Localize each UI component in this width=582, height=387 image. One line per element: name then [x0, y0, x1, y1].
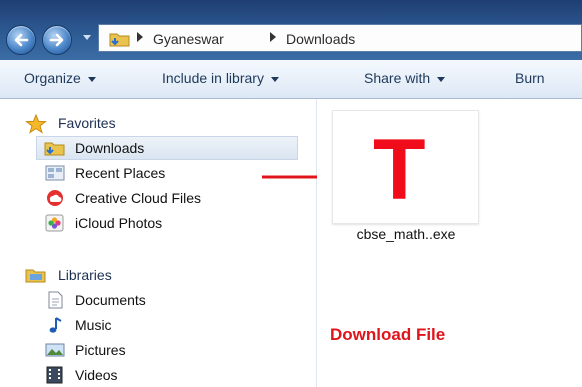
share-with-label: Share with — [364, 70, 431, 86]
organize-button[interactable]: Organize — [24, 70, 96, 86]
pictures-icon — [45, 343, 65, 357]
arrow-left-icon — [14, 33, 29, 47]
downloads-folder-icon — [44, 142, 65, 156]
nav-item-pictures[interactable]: Pictures — [0, 338, 316, 362]
nav-label: Pictures — [75, 342, 126, 358]
documents-icon — [48, 291, 63, 309]
chevron-down-icon — [270, 76, 279, 82]
libraries-icon — [25, 269, 46, 283]
nav-item-downloads[interactable]: Downloads — [0, 136, 316, 160]
navigation-pane: Favorites Downloads Recent Places Creati… — [0, 99, 317, 387]
recent-pages-dropdown[interactable] — [83, 35, 91, 40]
file-name-label[interactable]: cbse_math..exe — [317, 226, 495, 242]
chevron-down-icon — [87, 76, 96, 82]
creative-cloud-icon — [47, 190, 63, 206]
nav-label: Libraries — [58, 267, 112, 283]
arrow-right-icon — [49, 33, 64, 47]
address-field[interactable]: Gyaneswar Downloads — [98, 24, 582, 52]
file-item-cbse-math[interactable]: T — [332, 110, 479, 224]
recent-places-icon — [45, 165, 65, 181]
music-note-icon — [49, 317, 62, 333]
nav-label: iCloud Photos — [75, 215, 163, 231]
file-list-pane: T cbse_math..exe Download File — [317, 99, 582, 387]
nav-label: Music — [75, 317, 112, 333]
forward-button[interactable] — [42, 25, 72, 55]
nav-libraries[interactable]: Libraries — [0, 263, 316, 287]
folder-icon — [109, 33, 130, 47]
breadcrumb-separator-icon — [270, 32, 276, 42]
address-bar-area: Gyaneswar Downloads — [0, 0, 582, 60]
nav-item-creative-cloud-files[interactable]: Creative Cloud Files — [0, 186, 316, 210]
nav-item-icloud-photos[interactable]: iCloud Photos — [0, 211, 316, 235]
include-in-library-label: Include in library — [162, 70, 264, 86]
nav-favorites[interactable]: Favorites — [0, 111, 316, 135]
nav-label: Recent Places — [75, 165, 166, 181]
organize-label: Organize — [24, 70, 81, 86]
icloud-photos-icon — [45, 214, 64, 232]
burn-label: Burn — [515, 70, 545, 86]
download-file-annotation: Download File — [330, 325, 446, 344]
videos-icon — [46, 366, 63, 384]
chevron-down-icon — [437, 76, 446, 82]
nav-label: Creative Cloud Files — [75, 190, 202, 206]
nav-item-videos[interactable]: Videos — [0, 363, 316, 387]
nav-label: Favorites — [58, 115, 116, 131]
nav-item-documents[interactable]: Documents — [0, 288, 316, 312]
burn-button[interactable]: Burn — [515, 70, 545, 86]
nav-item-music[interactable]: Music — [0, 313, 316, 337]
star-icon — [25, 114, 47, 134]
share-with-button[interactable]: Share with — [364, 70, 446, 86]
nav-label: Downloads — [75, 140, 145, 156]
command-toolbar: Organize Include in library Share with B… — [0, 60, 582, 99]
include-in-library-button[interactable]: Include in library — [162, 70, 279, 86]
nav-label: Videos — [75, 367, 118, 383]
breadcrumb-item[interactable]: Gyaneswar — [153, 31, 224, 47]
nav-label: Documents — [75, 292, 146, 308]
breadcrumb-separator-icon — [137, 32, 143, 42]
back-button[interactable] — [6, 25, 36, 55]
exe-file-icon: T — [373, 122, 426, 218]
breadcrumb-item[interactable]: Downloads — [286, 31, 355, 47]
